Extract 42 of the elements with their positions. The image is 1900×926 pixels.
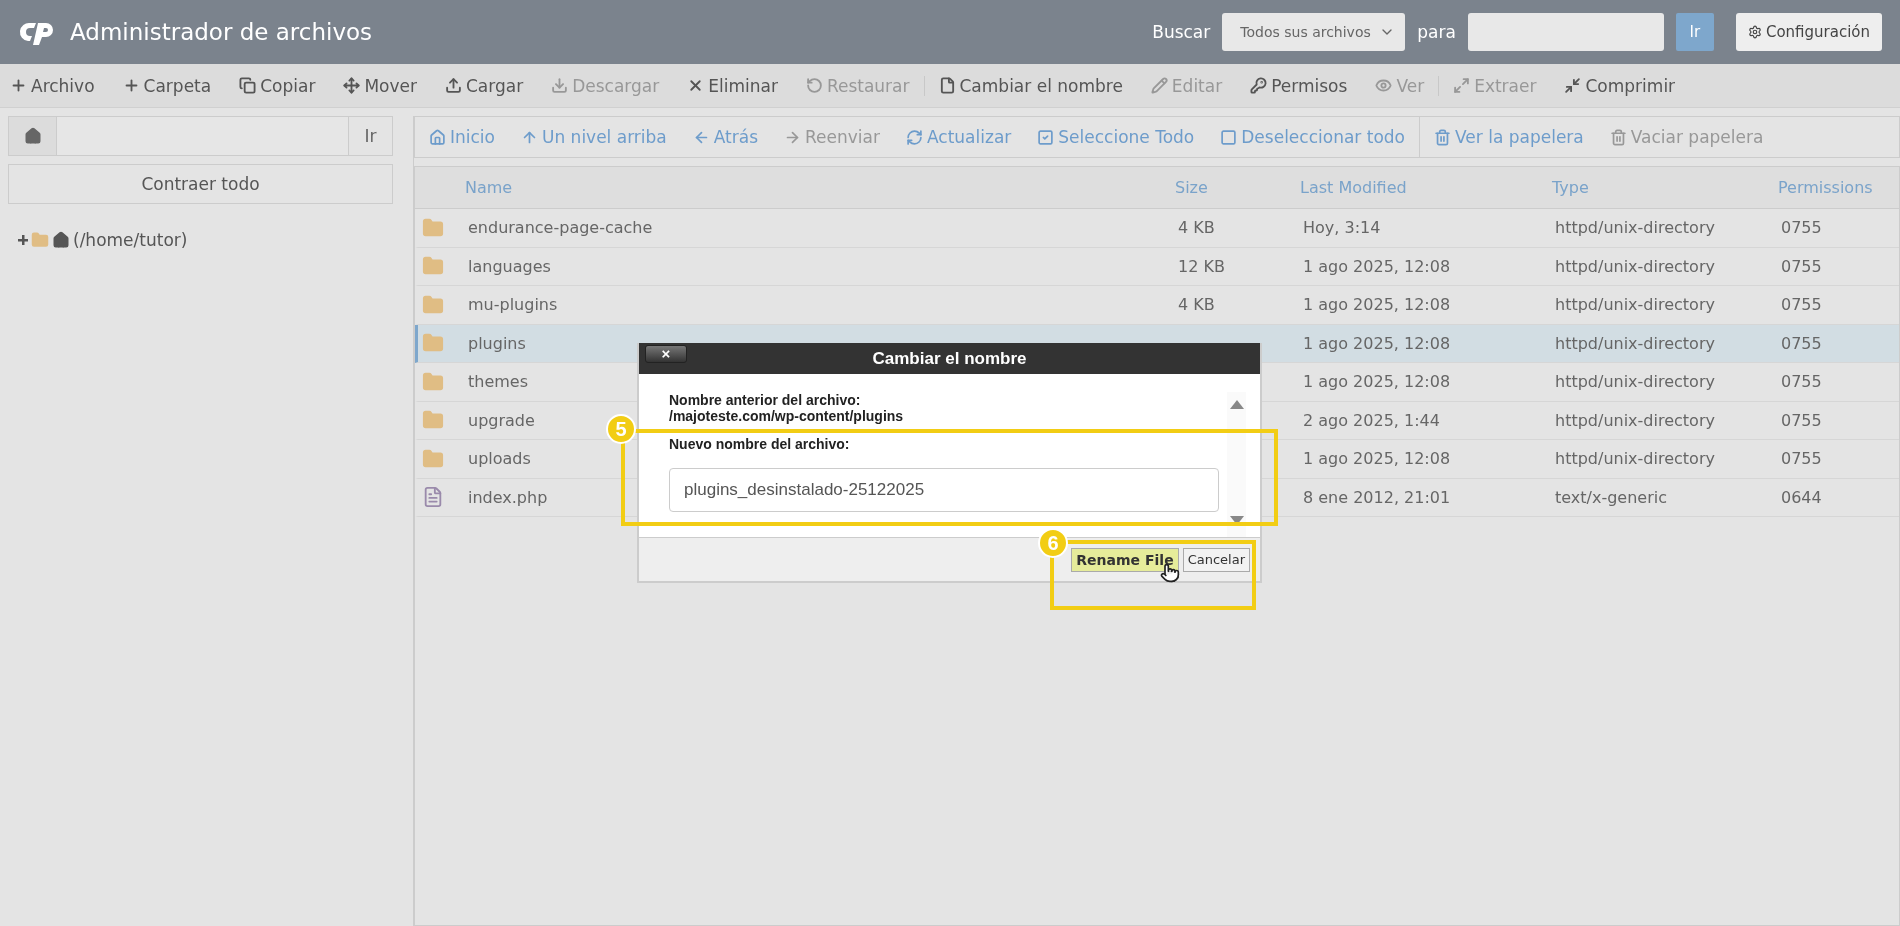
size-cell: 12 KB bbox=[1178, 256, 1225, 276]
permissions-cell: 0755 bbox=[1781, 333, 1822, 353]
for-label: para bbox=[1417, 22, 1456, 42]
search-label: Buscar bbox=[1152, 22, 1211, 42]
new-name-label: Nuevo nombre del archivo: bbox=[669, 436, 851, 452]
name-cell: endurance-page-cache bbox=[468, 218, 653, 238]
old-name-path: /majoteste.com/wp-content/plugins bbox=[669, 408, 905, 424]
modified-cell: 1 ago 2025, 12:08 bbox=[1303, 449, 1451, 469]
modified-cell: 1 ago 2025, 12:08 bbox=[1303, 295, 1451, 315]
name-cell: upgrade bbox=[468, 410, 535, 430]
permissions-cell: 0755 bbox=[1781, 372, 1822, 392]
size-cell: 4 KB bbox=[1178, 295, 1215, 315]
modified-cell: 1 ago 2025, 12:08 bbox=[1303, 256, 1451, 276]
modified-cell: Hoy, 3:14 bbox=[1303, 218, 1381, 238]
permissions-cell: 0755 bbox=[1781, 295, 1822, 315]
name-cell: mu-plugins bbox=[468, 295, 558, 315]
permissions-cell: 0755 bbox=[1781, 449, 1822, 469]
permissions-cell: 0755 bbox=[1781, 218, 1822, 238]
type-cell: text/x-generic bbox=[1555, 487, 1667, 507]
type-cell: httpd/unix-directory bbox=[1555, 449, 1715, 469]
type-cell: httpd/unix-directory bbox=[1555, 410, 1715, 430]
type-cell: httpd/unix-directory bbox=[1555, 256, 1715, 276]
type-cell: httpd/unix-directory bbox=[1555, 218, 1715, 238]
type-cell: httpd/unix-directory bbox=[1555, 295, 1715, 315]
modified-cell: 8 ene 2012, 21:01 bbox=[1303, 487, 1451, 507]
name-cell: plugins bbox=[468, 333, 526, 353]
dialog-title: Cambiar el nombre bbox=[872, 348, 1027, 369]
permissions-cell: 0755 bbox=[1781, 256, 1822, 276]
app-title: Administrador de archivos bbox=[70, 19, 374, 45]
modified-cell: 2 ago 2025, 1:44 bbox=[1303, 410, 1440, 430]
type-cell: httpd/unix-directory bbox=[1555, 372, 1715, 392]
size-cell: 4 KB bbox=[1178, 218, 1215, 238]
permissions-cell: 0755 bbox=[1781, 410, 1822, 430]
permissions-cell: 0644 bbox=[1781, 487, 1822, 507]
type-cell: httpd/unix-directory bbox=[1555, 333, 1715, 353]
modified-cell: 1 ago 2025, 12:08 bbox=[1303, 372, 1451, 392]
name-cell: languages bbox=[468, 256, 551, 276]
name-cell: index.php bbox=[468, 487, 548, 507]
name-cell: themes bbox=[468, 372, 529, 392]
name-cell: uploads bbox=[468, 449, 531, 469]
old-name-label: Nombre anterior del archivo: bbox=[669, 392, 862, 408]
modified-cell: 1 ago 2025, 12:08 bbox=[1303, 333, 1451, 353]
